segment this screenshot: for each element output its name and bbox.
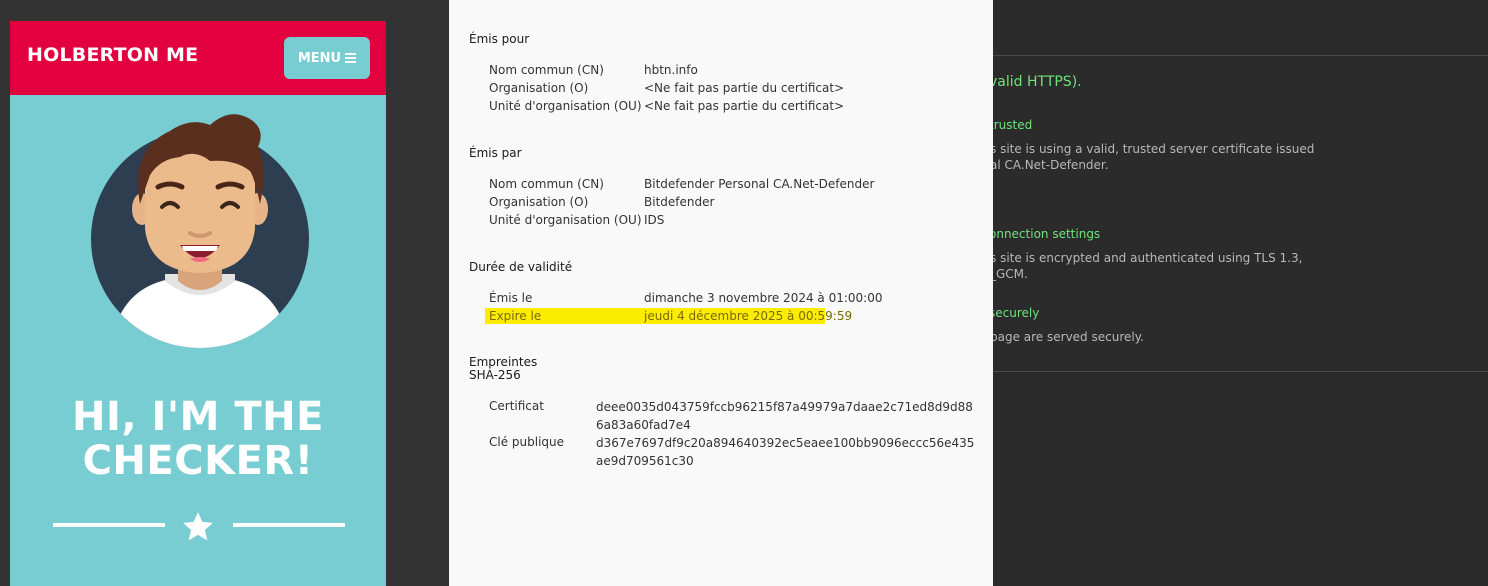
bottom-divider xyxy=(993,371,1488,372)
connection-title: onnection settings xyxy=(993,227,1101,241)
issued-by-ou-label: Unité d'organisation (OU) xyxy=(489,213,642,227)
issued-by-cn-value: Bitdefender Personal CA.Net-Defender xyxy=(644,177,875,191)
expires-label: Expire le xyxy=(489,309,542,323)
top-divider xyxy=(993,55,1488,56)
star-icon xyxy=(183,512,213,541)
menu-label: MENU xyxy=(297,50,342,66)
connection-text-1: s site is encrypted and authenticated us… xyxy=(993,251,1303,265)
cert-fingerprint-value: deee0035d043759fccb96215f87a49979a7daae2… xyxy=(596,400,973,432)
issued-to-o-value: <Ne fait pas partie du certificat> xyxy=(644,81,845,95)
certificate-status-text-1: s site is using a valid, trusted server … xyxy=(993,142,1315,156)
issued-on-value: dimanche 3 novembre 2024 à 01:00:00 xyxy=(644,291,883,305)
issued-on-label: Émis le xyxy=(489,291,533,305)
key-fingerprint-value: d367e7697df9c20a894640392ec5eaee100bb909… xyxy=(596,436,975,468)
resources-text: page are served securely. xyxy=(993,330,1144,344)
issued-to-o-label: Organisation (O) xyxy=(489,81,589,95)
menu-button[interactable]: MENU xyxy=(284,37,370,79)
hero-line-2: CHECKER! xyxy=(82,438,314,484)
site-logo-text[interactable]: HOLBERTON ME xyxy=(27,44,198,66)
issued-to-cn-value: hbtn.info xyxy=(644,63,698,77)
hero-heading: HI, I'M THE CHECKER! xyxy=(10,395,386,483)
cert-fingerprint-label: Certificat xyxy=(489,399,544,413)
expires-value: jeudi 4 décembre 2025 à 00:59:59 xyxy=(644,309,853,323)
issued-to-cn-label: Nom commun (CN) xyxy=(489,63,604,77)
issued-by-o-value: Bitdefender xyxy=(644,195,715,209)
issued-by-ou-value: IDS xyxy=(644,213,665,227)
site-header: HOLBERTON ME MENU xyxy=(10,21,386,95)
hamburger-icon xyxy=(345,51,357,65)
avatar-illustration xyxy=(91,114,309,348)
issued-by-o-label: Organisation (O) xyxy=(489,195,589,209)
certificate-viewer: Émis pour Nom commun (CN) hbtn.info Orga… xyxy=(449,0,993,586)
hero-line-1: HI, I'M THE xyxy=(72,394,324,440)
key-fingerprint-label: Clé publique xyxy=(489,435,565,449)
certificate-status-text-2: al CA.Net-Defender. xyxy=(993,158,1109,172)
security-panel: valid HTTPS). trusted s site is using a … xyxy=(993,0,1488,586)
connection-text-2: _GCM. xyxy=(993,267,1028,281)
divider-left xyxy=(53,523,165,527)
validity-heading: Durée de validité xyxy=(469,260,573,274)
issued-by-cn-label: Nom commun (CN) xyxy=(489,177,604,191)
issued-to-ou-label: Unité d'organisation (OU) xyxy=(489,99,642,113)
issued-to-heading: Émis pour xyxy=(469,32,530,46)
resources-title: securely xyxy=(993,306,1040,320)
fingerprints-heading: Empreintes SHA-256 xyxy=(469,355,538,382)
certificate-status-title: trusted xyxy=(993,118,1033,132)
security-summary: valid HTTPS). xyxy=(993,74,1082,90)
mobile-preview: HOLBERTON ME MENU HI, I'M THE CHECKER! xyxy=(10,21,386,586)
issued-by-heading: Émis par xyxy=(469,146,522,160)
issued-to-ou-value: <Ne fait pas partie du certificat> xyxy=(644,99,845,113)
divider-right xyxy=(233,523,345,527)
